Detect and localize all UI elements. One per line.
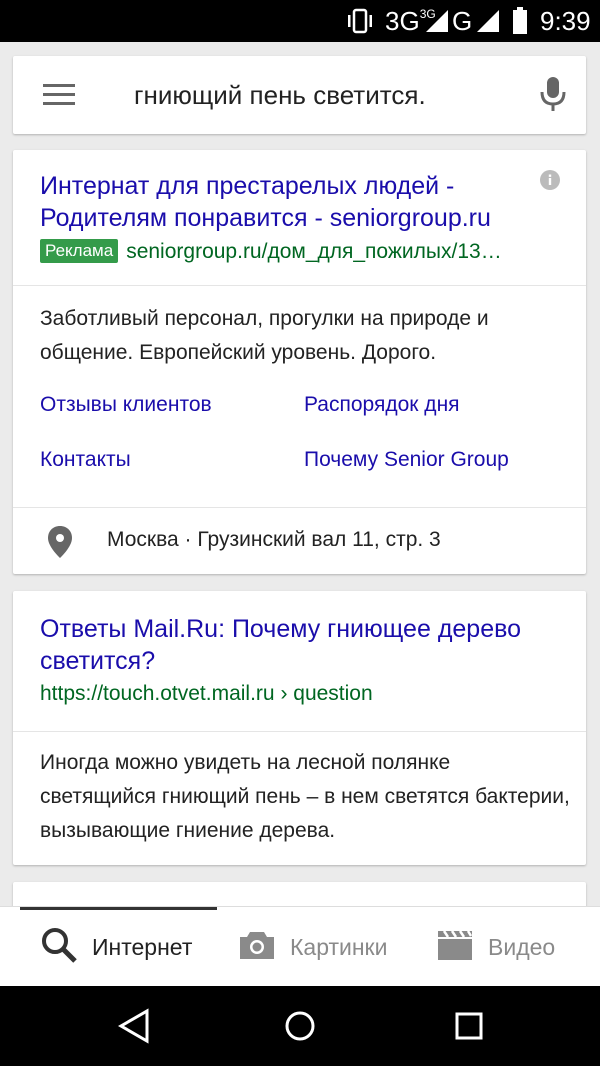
vibrate-icon [345,0,375,42]
info-icon[interactable] [540,170,560,195]
recents-icon[interactable] [452,1006,486,1051]
result-url: https://touch.otvet.mail.ru › question [40,682,373,705]
network-type-label: 3G [385,5,420,36]
signal-2-icon [475,0,501,42]
location-address[interactable]: Москва · Грузинский вал 11, стр. 3 [107,526,441,554]
ad-badge: Реклама [40,239,119,263]
camera-icon [238,929,276,966]
menu-icon[interactable] [43,82,75,108]
search-bar[interactable]: гниющий пень светится. [13,56,586,134]
divider [13,731,586,732]
tab-images[interactable]: Картинки [238,907,387,987]
back-icon[interactable] [117,1006,151,1051]
result-url-row: Реклама seniorgroup.ru/дом_для_пожилых/13… [40,238,502,266]
search-query-input[interactable]: гниющий пень светится. [134,56,426,134]
signal-icon [424,0,450,42]
tab-internet[interactable]: Интернет [40,907,192,987]
result-card: Ответы Mail.Ru: Почему гниющее дерево св… [13,591,586,865]
mic-icon[interactable] [540,77,566,118]
home-icon[interactable] [283,1006,317,1051]
sitelink-reviews[interactable]: Отзывы клиентов [40,391,212,419]
result-card-ad: Интернат для престарелых людей - Родител… [13,150,586,574]
tab-video[interactable]: Видео [436,907,555,987]
divider [13,507,586,508]
video-icon [436,928,474,967]
network-type-2-label: G [452,5,473,36]
result-title-link[interactable]: Ответы Mail.Ru: Почему гниющее дерево св… [40,613,570,677]
location-pin-icon [48,526,72,563]
sitelink-schedule[interactable]: Распорядок дня [304,391,460,419]
result-snippet: Иногда можно увидеть на лесной полянке с… [40,751,570,842]
divider [13,285,586,286]
system-nav-bar [0,986,600,1066]
sitelink-contacts[interactable]: Контакты [40,446,131,474]
result-url: seniorgroup.ru/дом_для_пожилых/13… [126,240,502,263]
bottom-tab-bar: Интернет Картинки Видео [0,906,600,987]
clock: 9:39 [540,5,591,36]
tab-label: Интернет [92,933,193,960]
result-snippet: Заботливый персонал, прогулки на природе… [40,307,489,364]
result-title-link[interactable]: Интернат для престарелых людей - Родител… [40,170,540,234]
status-bar: 3G 3G G 9:39 [0,0,600,42]
tab-label: Видео [488,933,556,960]
battery-icon [512,0,528,42]
sitelink-why[interactable]: Почему Senior Group [304,446,509,474]
tab-label: Картинки [290,933,388,960]
search-icon [40,926,78,969]
